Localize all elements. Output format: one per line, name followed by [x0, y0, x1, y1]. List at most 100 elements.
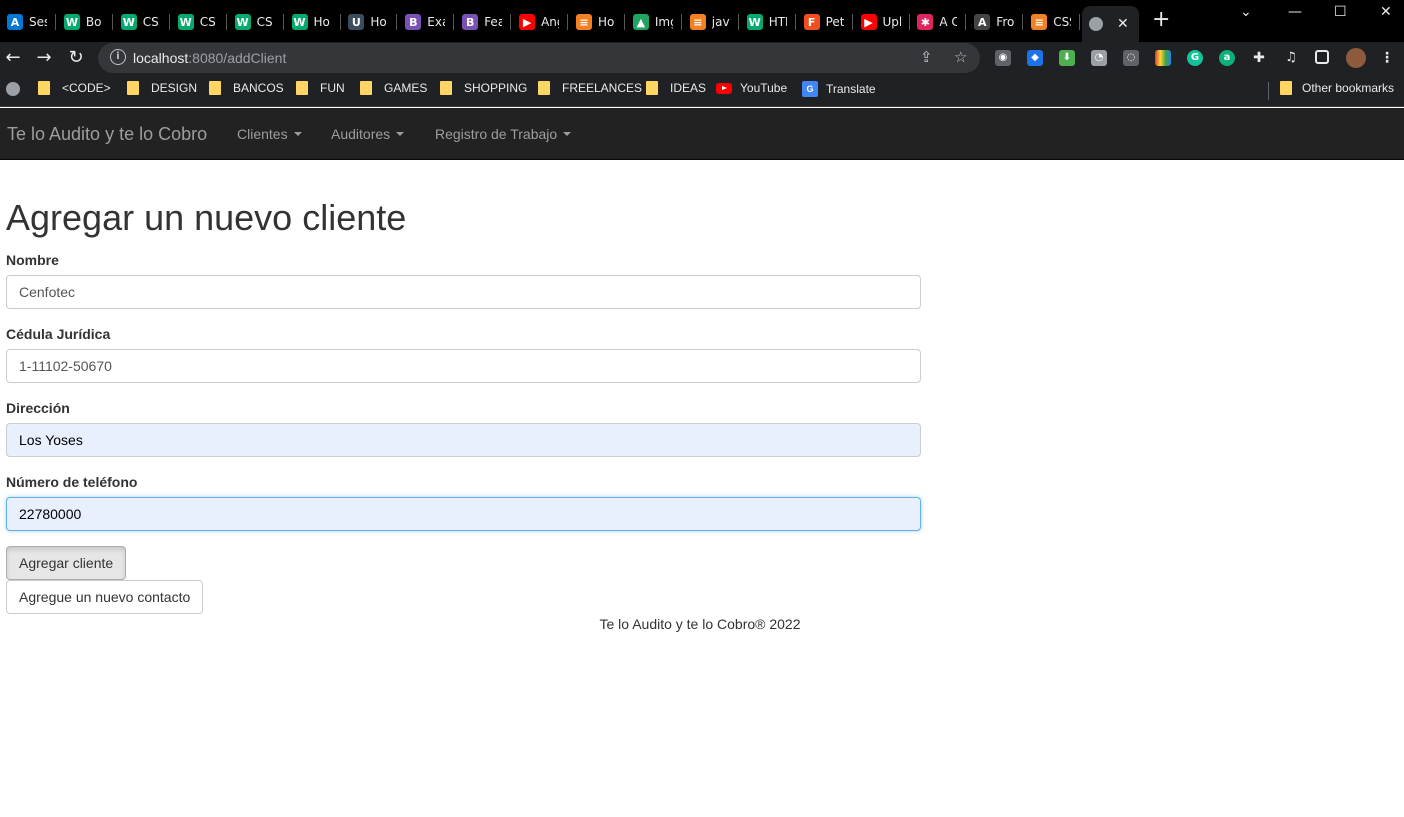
new-tab-button[interactable]: +	[1152, 9, 1170, 31]
browser-tab[interactable]: W CS	[171, 6, 227, 38]
media-control-icon[interactable]: ♫	[1283, 50, 1299, 66]
tab-title: Pet	[825, 15, 844, 29]
forward-button[interactable]: →	[32, 46, 56, 70]
site-info-icon[interactable]: i	[110, 49, 126, 65]
cedula-juridica-input[interactable]	[6, 349, 921, 383]
bookmark-item[interactable]: G Translate	[802, 81, 876, 97]
address-bar[interactable]: i localhost:8080/addClient ⇪ ☆	[98, 43, 980, 73]
tab-title: Fea	[484, 15, 503, 29]
bookmark-item[interactable]: DESIGN	[127, 81, 197, 95]
window-close-button[interactable]: ✕	[1380, 4, 1392, 20]
side-panel-icon[interactable]	[1315, 50, 1329, 64]
browser-tab[interactable]: F Pet	[797, 6, 853, 38]
tab-separator	[111, 14, 113, 30]
tab-separator	[1022, 14, 1024, 30]
bookmark-item[interactable]: YouTube	[716, 81, 787, 95]
nav-dropdown-auditores[interactable]: Auditores	[331, 126, 405, 142]
browser-tab[interactable]: ▲ Img	[626, 6, 682, 38]
navbar-brand[interactable]: Te lo Audito y te lo Cobro	[7, 124, 207, 145]
bookmarks-separator	[1268, 82, 1269, 100]
browser-tab[interactable]: U Ho	[341, 6, 398, 38]
browser-tab[interactable]: A Ses	[0, 6, 56, 38]
tab-active[interactable]: ✕	[1082, 6, 1139, 42]
w3schools-icon: W	[746, 14, 763, 30]
browser-tab[interactable]: W Ho	[285, 6, 341, 38]
angular-icon: A	[974, 14, 991, 30]
minimize-button[interactable]: —	[1288, 4, 1302, 20]
folder-icon	[440, 81, 452, 95]
bookmark-label: Translate	[826, 82, 876, 96]
grammarly-icon[interactable]: G	[1187, 50, 1203, 66]
browser-tab[interactable]: W CS	[228, 6, 284, 38]
caret-down-icon	[293, 132, 302, 136]
browser-tab[interactable]: B Fea	[455, 6, 512, 38]
tab-separator	[851, 14, 853, 30]
close-tab-icon[interactable]: ✕	[1117, 16, 1129, 32]
download-extension-icon[interactable]: ⬇	[1059, 50, 1075, 66]
back-button[interactable]: ←	[1, 46, 25, 70]
tab-separator	[908, 14, 910, 30]
folder-icon	[360, 81, 372, 95]
other-bookmarks[interactable]: Other bookmarks	[1280, 81, 1394, 95]
site-navbar: Te lo Audito y te lo Cobro Clientes Audi…	[0, 108, 1404, 160]
browser-tab[interactable]: W CS	[114, 6, 170, 38]
camera-extension-icon[interactable]: ◉	[995, 50, 1011, 66]
url-text[interactable]: localhost:8080/addClient	[133, 50, 286, 66]
browser-tab[interactable]: W Bo	[57, 6, 113, 38]
tab-separator	[680, 14, 682, 30]
bookmark-label: GAMES	[384, 81, 428, 95]
browser-tab[interactable]: ≡ CSS	[1024, 6, 1081, 38]
tab-title: CS	[199, 15, 216, 29]
profile-avatar[interactable]	[1346, 48, 1366, 68]
bookmark-item[interactable]: IDEAS	[646, 81, 706, 95]
tab-search-icon[interactable]: ⌄	[1240, 4, 1252, 20]
ui-icon: U	[348, 14, 365, 30]
browser-tabstrip: A Ses W Bo W CS W CS W CS W Ho U Ho B Exa B Fea ▶ Ang ≡ Ho ▲ Im…	[0, 0, 1404, 42]
telefono-input[interactable]	[6, 497, 921, 531]
browser-tab[interactable]: W HTI	[740, 6, 796, 38]
cedula-juridica-label: Cédula Jurídica	[6, 326, 111, 342]
tab-title: java	[711, 15, 730, 29]
bookmark-item[interactable]: FUN	[296, 81, 345, 95]
bookmark-label: SHOPPING	[464, 81, 528, 95]
tab-separator	[965, 14, 967, 30]
nav-dropdown-clientes[interactable]: Clientes	[237, 126, 302, 142]
browser-tab[interactable]: A Fro	[967, 6, 1024, 38]
bookmark-item[interactable]: SHOPPING	[440, 81, 527, 95]
bookmark-label: IDEAS	[670, 81, 707, 95]
browser-tab[interactable]: ▶ Ang	[512, 6, 569, 38]
bookmark-item[interactable]: FREELANCES	[538, 81, 642, 95]
tab-title: Img	[654, 15, 673, 29]
gem-extension-icon[interactable]: ◆	[1027, 50, 1043, 66]
apps-globe-icon[interactable]	[6, 82, 20, 96]
youtube-icon	[716, 82, 732, 94]
browser-tab[interactable]: ▶ Upl	[854, 6, 910, 38]
menu-kebab-icon[interactable]: ⋮	[1379, 50, 1395, 66]
browser-tab[interactable]: ≡ java	[683, 6, 739, 38]
maximize-button[interactable]: ☐	[1334, 4, 1347, 20]
a-extension-icon[interactable]: a	[1219, 50, 1235, 66]
w3schools-icon: W	[234, 14, 251, 30]
reload-button[interactable]: ↻	[64, 46, 88, 70]
tab-title: Ang	[541, 15, 559, 29]
caret-down-icon	[396, 132, 405, 136]
agregar-cliente-button[interactable]: Agregar cliente	[6, 546, 127, 580]
browser-tab[interactable]: B Exa	[398, 6, 455, 38]
palette-extension-icon[interactable]	[1155, 50, 1171, 66]
direccion-input[interactable]	[6, 423, 921, 457]
bookmark-item[interactable]: BANCOS	[209, 81, 284, 95]
bookmark-item[interactable]: GAMES	[360, 81, 427, 95]
bookmark-item[interactable]: <CODE>	[38, 81, 111, 95]
browser-tab[interactable]: ✱ A C	[910, 6, 967, 38]
agregar-contacto-button[interactable]: Agregue un nuevo contacto	[6, 580, 204, 614]
nav-dropdown-registro-de-trabajo[interactable]: Registro de Trabajo	[435, 126, 572, 142]
speed-extension-icon[interactable]: ◔	[1091, 50, 1107, 66]
tab-title: Fro	[996, 15, 1015, 29]
off-extension-icon[interactable]: ◌	[1123, 50, 1139, 66]
extensions-puzzle-icon[interactable]: ✚	[1251, 50, 1267, 66]
share-icon[interactable]: ⇪	[920, 48, 933, 66]
browser-tab[interactable]: ≡ Ho	[569, 6, 625, 38]
tab-separator	[168, 14, 170, 30]
bookmark-star-icon[interactable]: ☆	[954, 48, 967, 66]
nombre-input[interactable]	[6, 275, 921, 309]
